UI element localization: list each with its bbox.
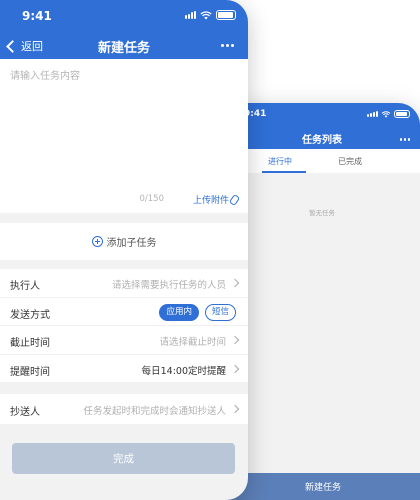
assignee-row[interactable]: 执行人 请选择需要执行任务的人员 [0, 269, 248, 298]
status-icons [367, 110, 410, 118]
assignee-label: 执行人 [10, 281, 40, 292]
done-button[interactable]: 完成 [12, 443, 235, 474]
tab-in-progress[interactable]: 进行中 [268, 156, 292, 167]
deadline-label: 截止时间 [10, 338, 50, 349]
task-settings: 执行人 请选择需要执行任务的人员 发送方式 应用内 短信 截止时间 请选择截止时… [0, 269, 248, 383]
chevron-right-icon [230, 335, 240, 345]
send-method-options: 应用内 短信 [159, 303, 236, 321]
status-icons [185, 10, 236, 20]
task-list-nav: 返回 任务列表 [224, 127, 420, 149]
wifi-icon [381, 110, 391, 118]
cc-placeholder: 任务发起时和完成时会通知抄送人 [83, 406, 226, 417]
tab-completed[interactable]: 已完成 [338, 156, 362, 167]
deadline-row[interactable]: 截止时间 请选择截止时间 [0, 326, 248, 355]
send-method-label: 发送方式 [10, 309, 50, 321]
add-subtask-button[interactable]: 添加子任务 [0, 223, 248, 260]
chevron-right-icon [230, 278, 240, 288]
deadline-placeholder: 请选择截止时间 [159, 337, 226, 348]
cc-label: 抄送人 [10, 407, 40, 418]
task-list-header: 9:41 返回 任务列表 [224, 103, 420, 149]
reminder-label: 提醒时间 [10, 366, 50, 378]
status-bar: 9:41 [0, 0, 248, 28]
add-subtask-label: 添加子任务 [106, 238, 157, 249]
cc-row[interactable]: 抄送人 任务发起时和完成时会通知抄送人 [0, 394, 248, 424]
task-content-area: 0/150 上传附件 [0, 59, 248, 213]
upload-attachment-button[interactable]: 上传附件 [192, 193, 241, 206]
status-bar: 9:41 [224, 103, 420, 125]
paperclip-icon [228, 193, 241, 206]
plus-circle-icon [91, 236, 103, 247]
new-task-phone: 9:41 返回 新建任务 0/150 上传附件 添加子任务 [0, 0, 248, 500]
wifi-icon [200, 10, 212, 19]
upload-label: 上传附件 [192, 196, 229, 206]
char-count: 0/150 [139, 194, 165, 204]
send-method-row: 发送方式 应用内 短信 [0, 298, 248, 326]
signal-icon [367, 111, 378, 117]
send-option-sms[interactable]: 短信 [204, 303, 236, 321]
active-tab-indicator [262, 171, 306, 173]
empty-state-text: 暂无任务 [309, 209, 335, 217]
reminder-row[interactable]: 提醒时间 每日14:00定时提醒 [0, 355, 248, 383]
assignee-placeholder: 请选择需要执行任务的人员 [111, 280, 226, 291]
more-icon[interactable] [399, 138, 410, 141]
battery-icon [216, 10, 236, 20]
new-task-header: 9:41 返回 新建任务 [0, 0, 248, 59]
new-task-nav: 返回 新建任务 [0, 30, 248, 58]
chevron-right-icon [230, 364, 240, 373]
battery-icon [394, 110, 410, 118]
task-list-phone: 9:41 返回 任务列表 进行中 已完成 暂无任务 新建任务 [224, 103, 420, 500]
task-content-input[interactable] [10, 67, 238, 177]
status-time: 9:41 [22, 9, 52, 23]
page-title: 新建任务 [97, 41, 150, 56]
send-option-in-app[interactable]: 应用内 [159, 303, 199, 321]
reminder-value: 每日14:00定时提醒 [141, 365, 226, 377]
signal-icon [185, 11, 196, 19]
more-icon[interactable] [221, 44, 234, 47]
new-task-button[interactable]: 新建任务 [224, 473, 420, 500]
task-tabs: 进行中 已完成 [224, 149, 420, 173]
page-title: 任务列表 [302, 135, 342, 146]
chevron-right-icon [230, 404, 240, 414]
